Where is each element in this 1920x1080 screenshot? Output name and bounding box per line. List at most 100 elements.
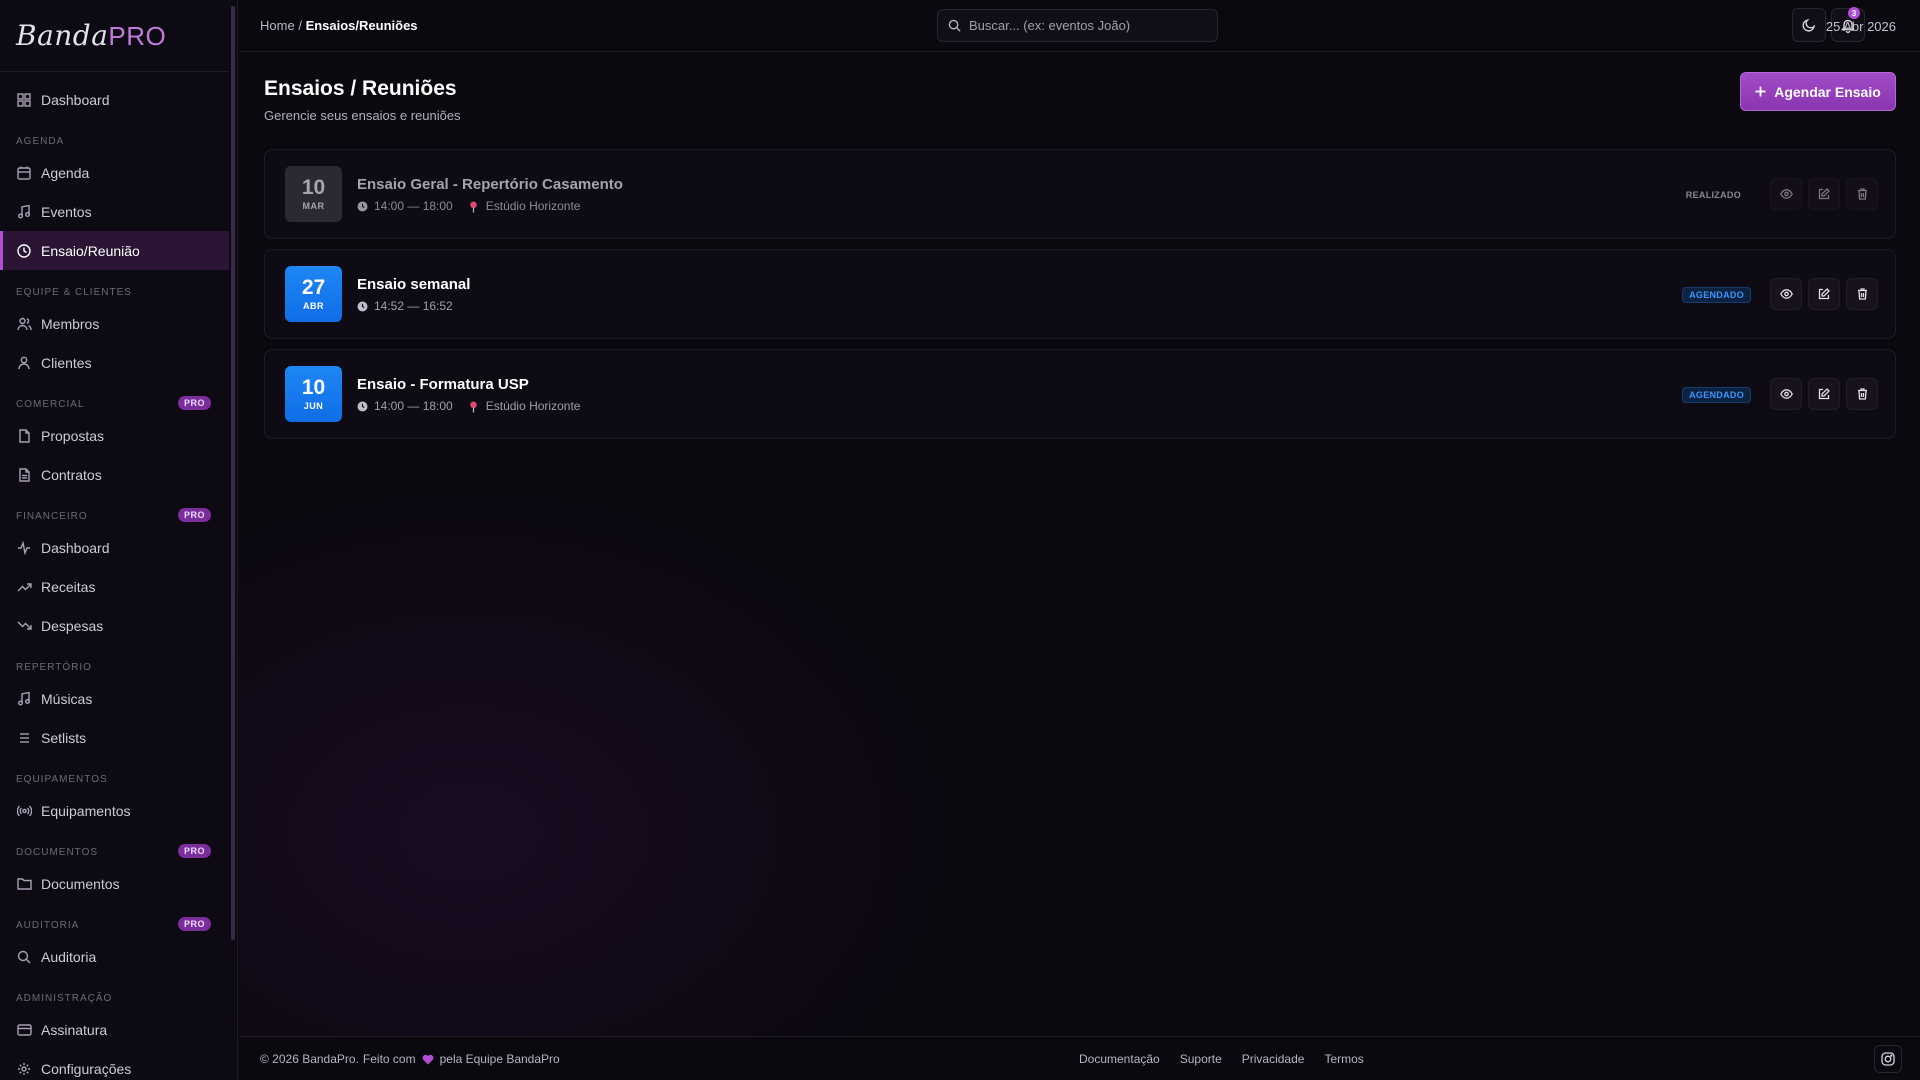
footer-link-privacidade[interactable]: Privacidade xyxy=(1242,1052,1305,1066)
pin-icon xyxy=(469,201,480,212)
view-button[interactable] xyxy=(1770,278,1802,310)
sidebar-item-agenda[interactable]: Agenda xyxy=(0,153,229,192)
footer: © 2026 BandaPro. Feito com pela Equipe B… xyxy=(239,1036,1920,1080)
date-tile: 10 MAR xyxy=(285,166,342,222)
footer-link-suporte[interactable]: Suporte xyxy=(1180,1052,1222,1066)
section-documentos: DOCUMENTOS PRO xyxy=(0,830,229,864)
clock-icon xyxy=(16,243,32,259)
edit-button[interactable] xyxy=(1808,378,1840,410)
sidebar-item-despesas[interactable]: Despesas xyxy=(0,606,229,645)
footer-credits: © 2026 BandaPro. Feito com pela Equipe B… xyxy=(260,1052,560,1066)
search-input[interactable] xyxy=(969,18,1209,33)
sidebar-item-label: Clientes xyxy=(41,354,92,371)
grid-icon xyxy=(16,92,32,108)
footer-links: Documentação Suporte Privacidade Termos xyxy=(1079,1052,1364,1066)
delete-button[interactable] xyxy=(1846,278,1878,310)
footer-link-documentacao[interactable]: Documentação xyxy=(1079,1052,1160,1066)
section-equipe: EQUIPE & CLIENTES xyxy=(16,287,132,298)
pro-badge: PRO xyxy=(177,917,211,931)
breadcrumb-current: Ensaios/Reuniões xyxy=(305,18,418,33)
pin-icon xyxy=(469,401,480,412)
delete-button[interactable] xyxy=(1846,378,1878,410)
brand-logo[interactable]: BandaPRO xyxy=(0,0,229,72)
sidebar-item-label: Auditoria xyxy=(41,948,97,965)
sidebar-item-musicas[interactable]: Músicas xyxy=(0,679,229,718)
sidebar-item-clientes[interactable]: Clientes xyxy=(0,343,229,382)
trash-icon xyxy=(1857,388,1867,400)
sidebar-item-documentos[interactable]: Documentos xyxy=(0,864,229,903)
user-icon xyxy=(16,355,32,371)
edit-button[interactable] xyxy=(1808,178,1840,210)
sidebar-item-auditoria[interactable]: Auditoria xyxy=(0,937,229,976)
date-day: 27 xyxy=(301,276,326,299)
footer-copyright: © 2026 BandaPro. xyxy=(260,1052,359,1066)
sidebar-item-propostas[interactable]: Propostas xyxy=(0,416,229,455)
breadcrumb-home[interactable]: Home xyxy=(260,18,295,33)
sidebar-item-contratos[interactable]: Contratos xyxy=(0,455,229,494)
rehearsal-title: Ensaio semanal xyxy=(357,276,471,293)
date-month: ABR xyxy=(303,301,324,311)
list-item[interactable]: 27 ABR Ensaio semanal 14:52 — 16:52 AGEN… xyxy=(264,249,1896,339)
sidebar-item-label: Receitas xyxy=(41,578,96,595)
status-badge: AGENDADO xyxy=(1682,287,1751,303)
edit-button[interactable] xyxy=(1808,278,1840,310)
gear-icon xyxy=(16,1061,32,1077)
sidebar-item-label: Eventos xyxy=(41,203,92,220)
sidebar-item-label: Propostas xyxy=(41,427,105,444)
plus-icon xyxy=(1755,86,1766,97)
sidebar-item-configuracoes[interactable]: Configurações xyxy=(0,1049,229,1080)
pro-badge: PRO xyxy=(177,844,211,858)
sidebar-item-eventos[interactable]: Eventos xyxy=(0,192,229,231)
sidebar-item-label: Equipamentos xyxy=(41,802,131,819)
trash-icon xyxy=(1857,188,1867,200)
sidebar-item-label: Membros xyxy=(41,315,100,332)
sidebar-item-fin-dashboard[interactable]: Dashboard xyxy=(0,528,229,567)
sidebar-item-label: Assinatura xyxy=(41,1021,108,1038)
delete-button[interactable] xyxy=(1846,178,1878,210)
sidebar-scrollbar[interactable] xyxy=(231,6,235,940)
eye-icon xyxy=(1779,389,1793,399)
sidebar-item-membros[interactable]: Membros xyxy=(0,304,229,343)
sidebar: BandaPRO Dashboard AGENDA Agenda Eventos… xyxy=(0,0,238,1080)
radio-icon xyxy=(16,803,32,819)
footer-link-termos[interactable]: Termos xyxy=(1324,1052,1363,1066)
heart-icon xyxy=(422,1054,434,1065)
file-text-icon xyxy=(16,467,32,483)
sidebar-item-setlists[interactable]: Setlists xyxy=(0,718,229,757)
rehearsal-time: 14:00 — 18:00 xyxy=(374,199,453,213)
instagram-button[interactable] xyxy=(1874,1045,1902,1073)
sidebar-item-equipamentos[interactable]: Equipamentos xyxy=(0,791,229,830)
sidebar-item-assinatura[interactable]: Assinatura xyxy=(0,1010,229,1049)
rehearsal-location: Estúdio Horizonte xyxy=(485,199,581,213)
section-repertorio: REPERTÓRIO xyxy=(16,662,92,673)
date-tile: 10 JUN xyxy=(285,366,342,422)
date-month: MAR xyxy=(302,201,325,211)
section-equipamentos: EQUIPAMENTOS xyxy=(16,774,108,785)
activity-icon xyxy=(16,540,32,556)
list-item[interactable]: 10 MAR Ensaio Geral - Repertório Casamen… xyxy=(264,149,1896,239)
section-agenda: AGENDA xyxy=(16,136,65,147)
theme-toggle-button[interactable] xyxy=(1792,8,1826,42)
sidebar-item-label: Despesas xyxy=(41,617,104,634)
rehearsal-location: Estúdio Horizonte xyxy=(485,399,581,413)
pro-badge: PRO xyxy=(177,508,211,522)
list-item[interactable]: 10 JUN Ensaio - Formatura USP 14:00 — 18… xyxy=(264,349,1896,439)
eye-icon xyxy=(1779,289,1793,299)
sidebar-item-label: Dashboard xyxy=(41,539,110,556)
date-day: 10 xyxy=(301,376,326,399)
sidebar-item-ensaio[interactable]: Ensaio/Reunião xyxy=(0,231,229,270)
sidebar-item-label: Documentos xyxy=(41,875,120,892)
logo-text: BandaPRO xyxy=(16,19,167,52)
sidebar-item-receitas[interactable]: Receitas xyxy=(0,567,229,606)
footer-by-team: pela Equipe BandaPro xyxy=(439,1052,560,1066)
schedule-rehearsal-button[interactable]: Agendar Ensaio xyxy=(1740,72,1896,111)
rehearsal-time: 14:00 — 18:00 xyxy=(374,399,453,413)
folder-icon xyxy=(16,876,32,892)
view-button[interactable] xyxy=(1770,178,1802,210)
view-button[interactable] xyxy=(1770,378,1802,410)
search-box[interactable] xyxy=(937,9,1218,42)
pro-badge: PRO xyxy=(177,396,211,410)
sidebar-item-dashboard[interactable]: Dashboard xyxy=(0,80,229,119)
music-note-icon xyxy=(16,204,32,220)
page-title: Ensaios / Reuniões xyxy=(264,77,457,100)
